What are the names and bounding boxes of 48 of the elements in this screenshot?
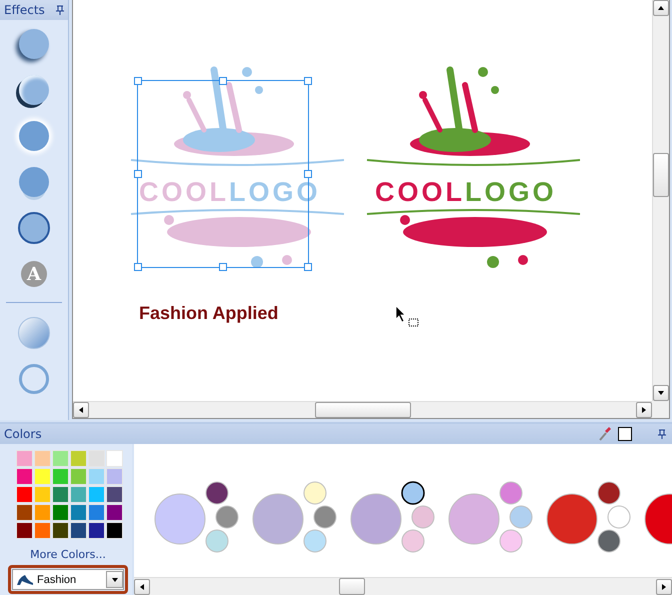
panel-title: Effects <box>4 3 45 17</box>
scroll-left-button[interactable] <box>134 578 150 594</box>
outline-effect-icon <box>18 212 50 244</box>
scroll-right-button[interactable] <box>636 402 652 418</box>
resize-handle[interactable] <box>134 77 142 85</box>
shadow-effect-icon <box>19 29 49 59</box>
scroll-right-button[interactable] <box>656 578 672 594</box>
panel-title: Colors <box>4 427 42 441</box>
mouse-pointer-icon <box>395 305 419 327</box>
reflection-effect-icon <box>19 167 49 197</box>
high-heel-shoe-icon <box>16 574 34 586</box>
scheme-dropdown[interactable]: Fashion <box>12 569 124 590</box>
arrow-up-icon <box>657 4 665 12</box>
scroll-thumb[interactable] <box>653 153 669 197</box>
logo-word: COOL <box>375 178 465 206</box>
text-effect-icon: A <box>21 261 47 287</box>
ring-effect-icon <box>19 364 49 394</box>
resize-handle[interactable] <box>134 170 142 178</box>
scroll-up-button[interactable] <box>653 0 669 16</box>
pin-icon[interactable] <box>658 429 666 439</box>
scroll-thumb[interactable] <box>339 578 365 595</box>
gradient-effect-icon <box>18 317 50 349</box>
dropdown-button[interactable] <box>106 571 123 588</box>
scroll-thumb[interactable] <box>315 402 411 418</box>
resize-handle[interactable] <box>219 263 227 271</box>
eyedropper-icon[interactable] <box>598 426 612 442</box>
arrow-right-icon <box>660 582 668 590</box>
arrow-right-icon <box>640 406 648 414</box>
bevel-effect-icon <box>19 75 49 105</box>
scroll-left-button[interactable] <box>73 402 89 418</box>
resize-handle[interactable] <box>134 263 142 271</box>
glow-effect-icon <box>19 121 49 151</box>
resize-handle[interactable] <box>304 263 312 271</box>
arrow-down-icon <box>110 576 118 584</box>
logo-word: LOGO <box>465 178 556 206</box>
current-color-swatch[interactable] <box>618 427 632 441</box>
resize-handle[interactable] <box>219 77 227 85</box>
arrow-down-icon <box>657 389 665 397</box>
resize-handle[interactable] <box>304 77 312 85</box>
scroll-down-button[interactable] <box>653 385 669 401</box>
annotation-label: Fashion Applied <box>139 303 278 324</box>
pin-icon[interactable] <box>56 5 64 15</box>
more-colors-link[interactable]: More Colors... <box>30 548 106 561</box>
arrow-left-icon <box>77 406 85 414</box>
logo-word: COOL <box>139 178 229 206</box>
resize-handle[interactable] <box>304 170 312 178</box>
color-swatch[interactable] <box>401 481 425 505</box>
arrow-left-icon <box>138 582 146 590</box>
